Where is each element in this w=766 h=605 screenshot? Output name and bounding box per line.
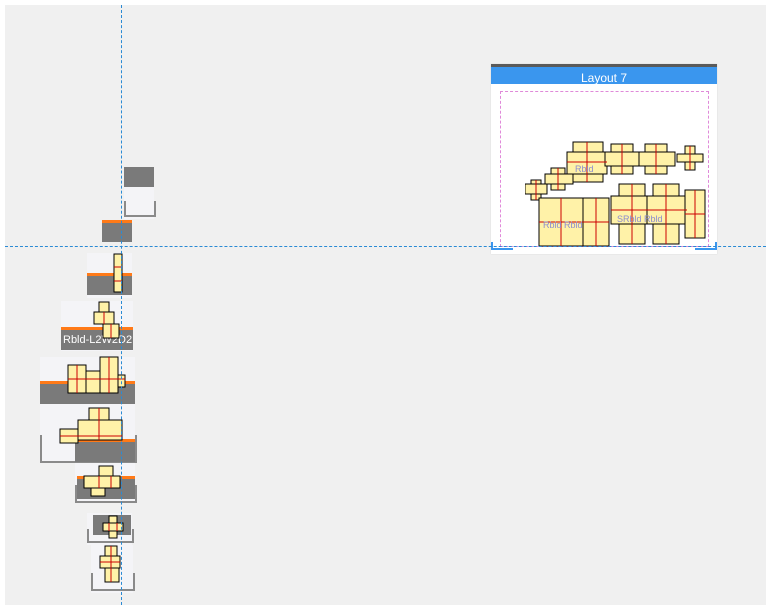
- part-shape-6: [59, 407, 123, 444]
- part-card-3-bar: [87, 276, 132, 295]
- nest-label-3: SRbld Rbld: [617, 214, 663, 224]
- nest-label-1: Rbld: [575, 164, 594, 174]
- part-shape-7: [83, 465, 121, 497]
- part-shape-4: [93, 301, 120, 339]
- design-canvas[interactable]: Rbld-L2W2D2 Layout 7 Rbld Rbld Rbld SRbl…: [5, 5, 766, 605]
- part-card-1-bar: [124, 167, 154, 187]
- layout-title[interactable]: Layout 7: [491, 64, 717, 85]
- part-card-1-bracket: [124, 201, 156, 217]
- part-shape-5: [67, 356, 126, 394]
- nested-parts: [525, 141, 706, 247]
- layout-card[interactable]: Layout 7 Rbld Rbld Rbld SRbld Rbld: [491, 64, 717, 254]
- part-shape-9: [99, 545, 121, 583]
- horizontal-guide-line[interactable]: [5, 246, 766, 247]
- vertical-guide-line[interactable]: [121, 5, 122, 605]
- nest-label-2: Rbld Rbld: [543, 220, 583, 230]
- part-card-2-bar: [102, 223, 132, 242]
